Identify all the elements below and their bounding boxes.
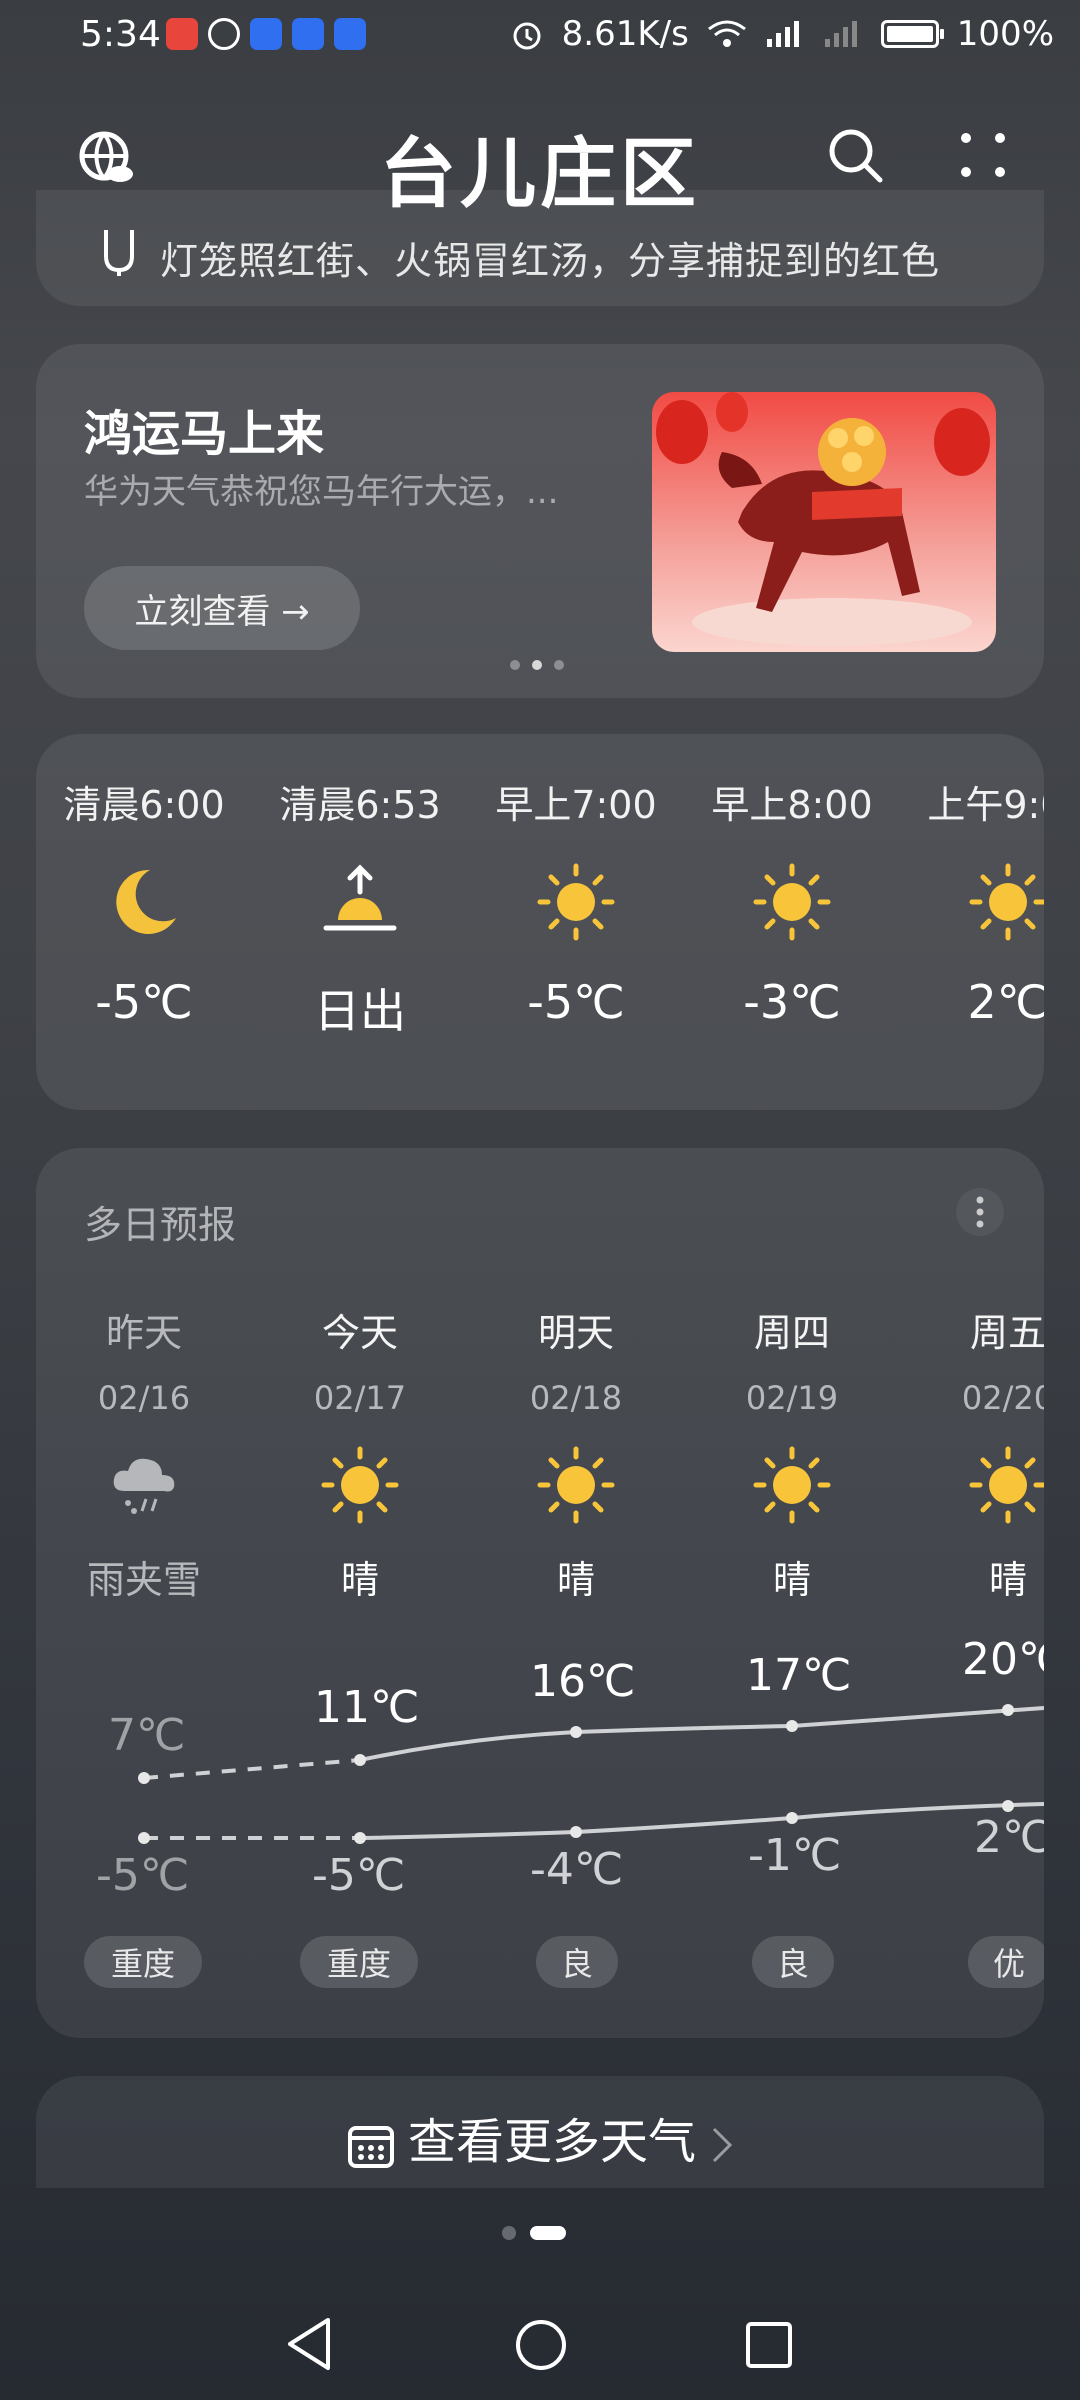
notice-card[interactable]: 灯笼照红街、火锅冒红汤，分享捕捉到的红色	[36, 190, 1044, 306]
signal-2-icon	[824, 21, 857, 47]
page-dot-active	[530, 2226, 566, 2240]
hourly-item: 清晨6:00 -5℃	[36, 774, 252, 1029]
low-temp-label: -5℃	[96, 1850, 190, 1901]
aqi-badge: 良	[752, 1936, 834, 1988]
view-now-button[interactable]: 立刻查看 →	[84, 566, 360, 650]
hourly-item: 上午9:00 2℃	[900, 774, 1044, 1029]
back-icon[interactable]	[284, 2316, 334, 2372]
sun-icon	[537, 863, 615, 941]
home-icon[interactable]	[514, 2318, 568, 2372]
hourly-temp: -3℃	[743, 975, 841, 1029]
hourly-forecast-card[interactable]: 清晨6:00 -5℃ 清晨6:53 日出 早上7:00 -5℃ 早上8:00 -…	[36, 734, 1044, 1110]
low-temp-label: -1℃	[748, 1830, 842, 1881]
wifi-icon	[707, 20, 746, 47]
high-temp-label: 7℃	[108, 1710, 186, 1761]
system-nav-bar	[0, 2290, 1080, 2400]
more-weather-row: 查看更多天气	[36, 2102, 1044, 2172]
high-temp-point	[354, 1754, 366, 1766]
sun-icon	[969, 863, 1044, 941]
promo-subtitle: 华为天气恭祝您马年行大运，...	[84, 472, 559, 512]
low-temp-point	[354, 1832, 366, 1844]
high-temp-label: 11℃	[314, 1682, 420, 1733]
calendar-icon	[347, 2126, 394, 2168]
moon-icon	[116, 869, 176, 934]
high-temp-label: 17℃	[746, 1650, 852, 1701]
low-temp-point	[786, 1812, 798, 1824]
baidu-icon	[292, 18, 324, 50]
recent-apps-icon[interactable]	[744, 2320, 794, 2370]
low-temp-line	[359, 1802, 1044, 1840]
notification-icons	[166, 18, 366, 50]
high-temp-line-past	[143, 1758, 361, 1780]
hourly-temp: -5℃	[95, 975, 193, 1029]
high-temp-line	[359, 1706, 1044, 1762]
hourly-sunrise: 日出	[314, 984, 406, 1038]
battery-level: 100%	[956, 14, 1054, 54]
signal-icon	[766, 21, 799, 47]
sun-icon	[753, 863, 831, 941]
status-time: 5:34	[80, 14, 161, 55]
low-temp-label: -4℃	[530, 1844, 624, 1895]
hourly-item: 早上8:00 -3℃	[684, 774, 900, 1029]
high-temp-point	[570, 1726, 582, 1738]
low-temp-point	[138, 1832, 150, 1844]
network-speed: 8.61K/s	[561, 14, 689, 54]
low-temp-point	[1002, 1800, 1014, 1812]
more-menu-icon[interactable]	[954, 128, 1014, 188]
hourly-item: 清晨6:53 日出	[252, 774, 468, 1041]
daily-forecast-card[interactable]: 多日预报 昨天 02/16 雨夹雪 今天 02/17 晴 明天 02/18 晴 …	[36, 1148, 1044, 2038]
hourly-temp: 2℃	[967, 975, 1044, 1029]
promo-title: 鸿运马上来	[84, 406, 325, 462]
more-weather-label: 查看更多天气	[407, 2114, 696, 2170]
aqi-badge: 良	[536, 1936, 618, 1988]
carousel-dot	[510, 660, 520, 670]
more-weather-button[interactable]: 查看更多天气	[36, 2076, 1044, 2188]
high-temp-label: 16℃	[530, 1656, 636, 1707]
hourly-time: 上午9:00	[927, 783, 1044, 827]
promo-card[interactable]: 鸿运马上来 华为天气恭祝您马年行大运，... 立刻查看 →	[36, 344, 1044, 698]
hourly-item: 早上7:00 -5℃	[468, 774, 684, 1029]
sunrise-icon	[323, 864, 397, 931]
alarm-icon	[513, 22, 541, 50]
low-temp-point	[570, 1826, 582, 1838]
hourly-time: 清晨6:53	[279, 783, 441, 827]
aqi-badge: 重度	[300, 1936, 418, 1988]
huawei-app-icon	[166, 18, 198, 50]
high-temp-point	[138, 1772, 150, 1784]
wechat-icon	[208, 18, 240, 50]
baidu-icon	[334, 18, 366, 50]
low-temp-label: -5℃	[312, 1850, 406, 1901]
low-temp-label: 2℃	[974, 1812, 1044, 1863]
aqi-badge: 重度	[84, 1936, 202, 1988]
hourly-temp: -5℃	[527, 975, 625, 1029]
carousel-indicator	[510, 660, 564, 670]
carousel-dot	[554, 660, 564, 670]
chevron-right-icon	[712, 2127, 733, 2163]
carousel-dot-active	[532, 660, 542, 670]
search-icon[interactable]	[826, 126, 886, 186]
notice-text: 灯笼照红街、火锅冒红汤，分享捕捉到的红色	[160, 239, 941, 283]
lantern-icon	[104, 230, 134, 276]
hourly-time: 早上8:00	[711, 783, 873, 827]
high-temp-label: 20℃	[962, 1634, 1044, 1685]
aqi-badge: 优	[968, 1936, 1044, 1988]
status-bar: 5:34 8.61K/s 100%	[0, 0, 1080, 72]
hourly-time: 早上7:00	[495, 783, 657, 827]
hourly-time: 清晨6:00	[63, 783, 225, 827]
temperature-curve	[138, 1704, 1044, 1844]
high-temp-point	[786, 1720, 798, 1732]
horse-banner-image[interactable]	[652, 392, 996, 652]
baidu-icon	[250, 18, 282, 50]
page-dot	[502, 2226, 516, 2240]
battery-icon	[880, 20, 944, 48]
status-right: 8.61K/s 100%	[510, 14, 1054, 54]
high-temp-point	[1002, 1704, 1014, 1716]
page-indicator	[502, 2226, 566, 2240]
